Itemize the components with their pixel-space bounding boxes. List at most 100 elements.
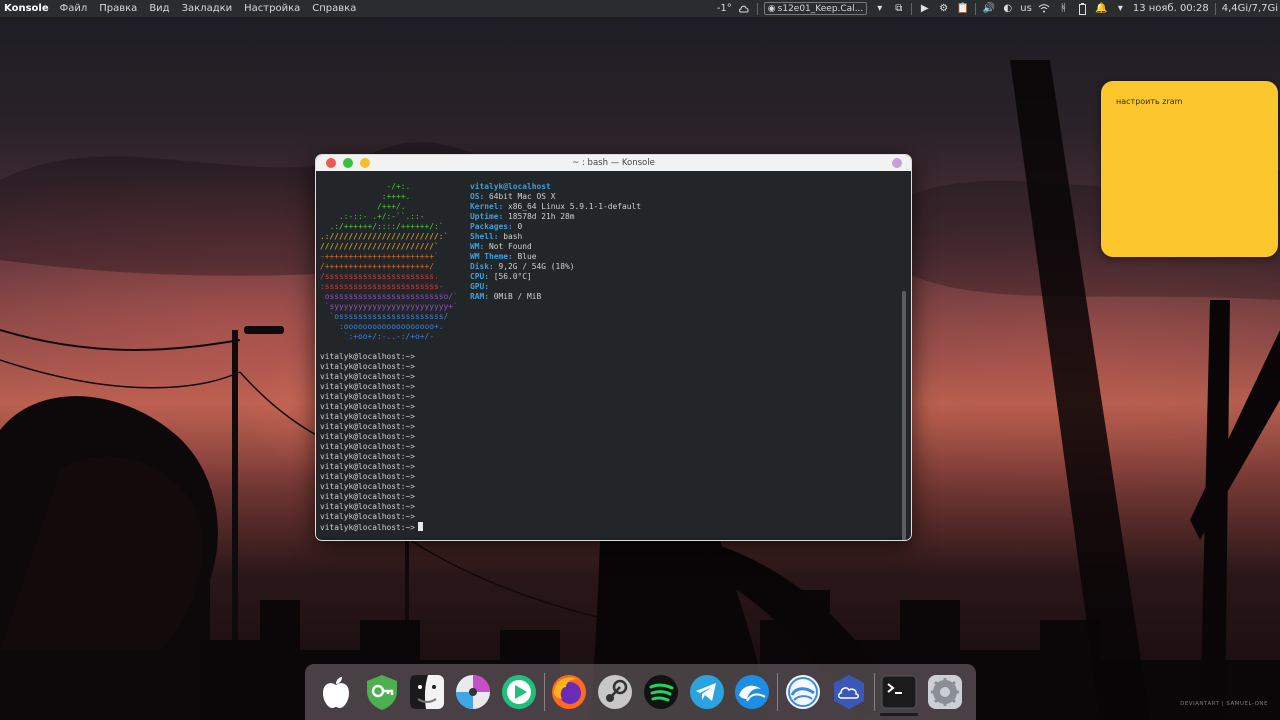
dock-separator: [543, 673, 545, 711]
prompt-line: vitalyk@localhost:~>: [320, 412, 907, 422]
power-profile-icon[interactable]: ◐: [1001, 2, 1014, 15]
logo-line: ////////////////////////`: [320, 242, 439, 251]
dock-item[interactable]: [592, 667, 638, 717]
kgpg-key-icon[interactable]: [363, 673, 401, 711]
prompt-text: vitalyk@localhost:~>: [320, 432, 416, 441]
menu-edit[interactable]: Правка: [93, 3, 143, 14]
konsole-window[interactable]: ~ : bash — Konsole -/+:. :++++. /+++/. .…: [315, 154, 912, 541]
steam-icon[interactable]: [596, 673, 634, 711]
system-tray: -1° ◉ s12e01_Keep.Cal... ▾ ⧉ ▶ ⚙ 📋 🔊 ◐ u…: [717, 2, 1278, 15]
close-button[interactable]: [326, 158, 336, 168]
dock-item[interactable]: [780, 667, 826, 717]
steam-tray-icon[interactable]: ⚙: [937, 2, 950, 15]
task-dropdown-icon[interactable]: ▾: [873, 2, 886, 15]
dock-item[interactable]: [638, 667, 684, 717]
minimize-button[interactable]: [343, 158, 353, 168]
info-key: GPU:: [470, 282, 490, 291]
info-key: OS:: [470, 192, 485, 201]
task-manager-entry[interactable]: ◉ s12e01_Keep.Cal...: [763, 2, 868, 15]
browser-wave-alt-icon[interactable]: [784, 673, 822, 711]
clock[interactable]: 13 нояб. 00:28: [1133, 3, 1209, 14]
prompt-line: vitalyk@localhost:~>: [320, 462, 907, 472]
dock-separator: [873, 673, 875, 711]
prompt-line: vitalyk@localhost:~>: [320, 472, 907, 482]
logo-line: .:///////////////////////:`: [320, 232, 449, 241]
play-circle-icon[interactable]: ▶: [918, 2, 931, 15]
sticky-note[interactable]: настроить zram: [1101, 81, 1278, 257]
info-row: WM Theme: Blue: [470, 252, 641, 262]
terminal-scrollbar[interactable]: [902, 291, 906, 540]
clipboard-icon[interactable]: 📋: [956, 2, 969, 15]
dock-item[interactable]: [877, 667, 923, 717]
dock-item[interactable]: [730, 667, 776, 717]
prompt-text: vitalyk@localhost:~>: [320, 442, 416, 451]
finder-icon[interactable]: [408, 673, 446, 711]
cloud-weather-icon[interactable]: [738, 2, 751, 15]
menu-file[interactable]: Файл: [54, 3, 94, 14]
info-value: Not Found: [484, 242, 532, 251]
spotify-icon[interactable]: [642, 673, 680, 711]
dock-item[interactable]: [450, 667, 496, 717]
prompt-line: vitalyk@localhost:~>: [320, 422, 907, 432]
prompt-line: vitalyk@localhost:~>: [320, 392, 907, 402]
tray-separator: [911, 2, 913, 15]
apple-menu-icon[interactable]: [317, 673, 355, 711]
dock-item[interactable]: [826, 667, 872, 717]
info-row: CPU: [56.0°C]: [470, 272, 641, 282]
firefox-icon[interactable]: [550, 673, 588, 711]
window-titlebar[interactable]: ~ : bash — Konsole: [316, 155, 911, 171]
media-player-icon[interactable]: [500, 673, 538, 711]
tray-expand-icon[interactable]: ▾: [1114, 2, 1127, 15]
window-title: ~ : bash — Konsole: [572, 158, 655, 168]
browser-wave-icon[interactable]: [733, 673, 771, 711]
menu-bookmarks[interactable]: Закладки: [176, 3, 239, 14]
menu-settings[interactable]: Настройка: [238, 3, 306, 14]
maximize-button[interactable]: [360, 158, 370, 168]
memory-usage[interactable]: 4,4Gi/7,7Gi: [1222, 3, 1278, 14]
logo-line: /+++/.: [320, 202, 406, 211]
menu-view[interactable]: Вид: [143, 3, 175, 14]
cloud-icon[interactable]: [830, 673, 868, 711]
dock-item[interactable]: [313, 667, 359, 717]
battery-icon[interactable]: [1076, 2, 1089, 15]
prompt-text: vitalyk@localhost:~>: [320, 472, 416, 481]
bluetooth-icon[interactable]: ᚻ: [1057, 2, 1070, 15]
info-row: GPU:: [470, 282, 641, 292]
info-key: CPU:: [470, 272, 490, 281]
info-row: OS: 64bit Mac OS X: [470, 192, 641, 202]
dock-item[interactable]: [547, 667, 593, 717]
keyboard-layout[interactable]: us: [1020, 3, 1032, 14]
note-text[interactable]: настроить zram: [1116, 97, 1263, 106]
dock-item[interactable]: [684, 667, 730, 717]
info-key: WM:: [470, 242, 485, 251]
dock-item[interactable]: [359, 667, 405, 717]
weather-temp[interactable]: -1°: [717, 3, 732, 14]
volume-icon[interactable]: 🔊: [982, 2, 995, 15]
clipboard-copy-icon[interactable]: ⧉: [892, 2, 905, 15]
logo-line: /sssssssssssssssssssssss.: [320, 272, 439, 281]
info-row: Uptime: 18578d 21h 28m: [470, 212, 641, 222]
dock-item[interactable]: [404, 667, 450, 717]
telegram-icon[interactable]: [688, 673, 726, 711]
prompt-line: vitalyk@localhost:~>: [320, 352, 907, 362]
top-panel: Konsole Файл Правка Вид Закладки Настрой…: [0, 0, 1280, 17]
wifi-icon[interactable]: [1038, 2, 1051, 15]
info-value: [56.0°C]: [489, 272, 532, 281]
disk-burner-icon[interactable]: [454, 673, 492, 711]
menu-help[interactable]: Справка: [306, 3, 362, 14]
terminal-area[interactable]: -/+:. :++++. /+++/. .:-::- .+/:-``.::- .…: [316, 171, 911, 540]
logo-line: :++++.: [320, 192, 411, 201]
app-name[interactable]: Konsole: [2, 3, 54, 14]
keep-above-button[interactable]: [892, 158, 902, 168]
dock-item[interactable]: [922, 667, 968, 717]
info-value: 0MiB / MiB: [489, 292, 542, 301]
system-settings-icon[interactable]: [926, 673, 964, 711]
running-indicator: [880, 713, 919, 716]
text-cursor: [418, 522, 424, 531]
logo-line: -+++++++++++++++++++++++`: [320, 252, 439, 261]
dock-item[interactable]: [496, 667, 542, 717]
info-key: Kernel:: [470, 202, 504, 211]
prompt-text: vitalyk@localhost:~>: [320, 452, 416, 461]
notifications-icon[interactable]: 🔔: [1095, 2, 1108, 15]
terminal-icon[interactable]: [880, 673, 918, 711]
